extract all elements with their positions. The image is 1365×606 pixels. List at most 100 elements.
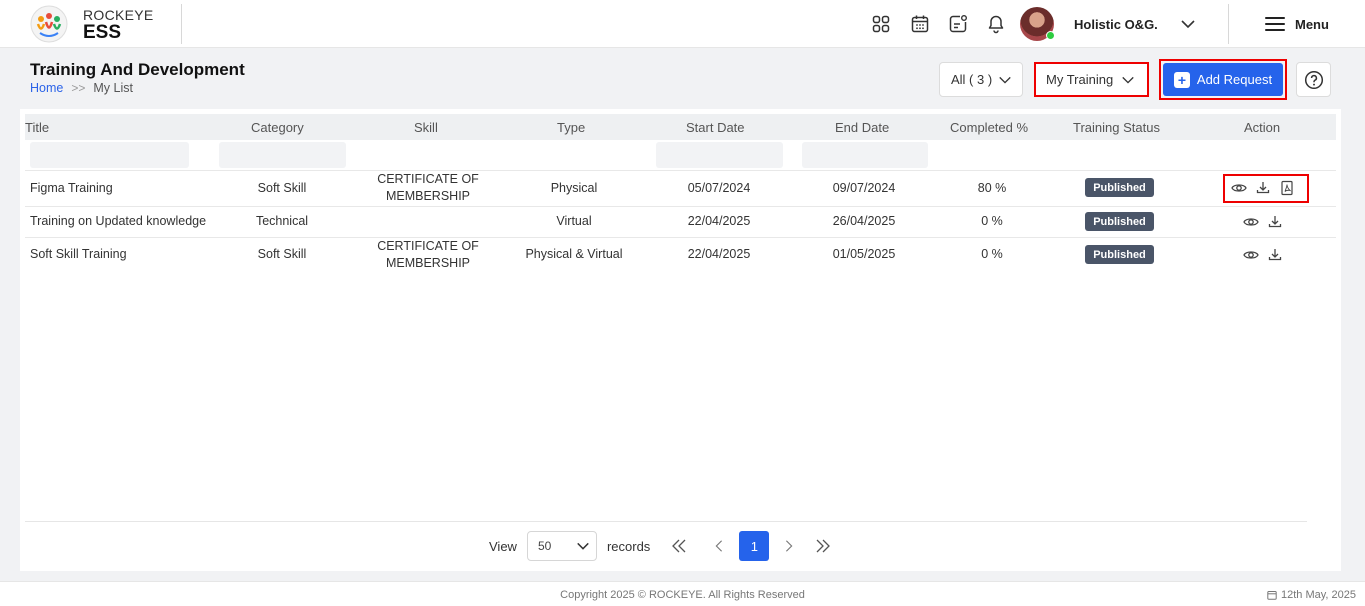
cell-completed: 0 %	[981, 247, 1003, 261]
online-status-dot	[1046, 31, 1055, 40]
chevron-left-icon	[715, 540, 723, 552]
cell-type: Physical	[550, 181, 598, 195]
page-footer: Copyright 2025 © ROCKEYE. All Rights Res…	[0, 581, 1365, 606]
first-page-button[interactable]	[664, 531, 694, 561]
chevron-down-icon	[1122, 76, 1134, 84]
all-filter-label: All ( 3 )	[951, 72, 993, 87]
breadcrumb-current: My List	[93, 81, 133, 95]
add-request-button[interactable]: + Add Request	[1163, 63, 1283, 96]
divider	[181, 4, 182, 44]
breadcrumb-separator: >>	[71, 81, 86, 95]
top-bar: ROCKEYE ESS Holistic O&G. Menu	[0, 0, 1365, 48]
cell-end-date: 26/04/2025	[832, 214, 896, 228]
chevron-down-icon	[999, 76, 1011, 84]
cell-category: Technical	[255, 214, 309, 228]
column-header-end-date[interactable]: End Date	[835, 120, 889, 135]
page-size-value: 50	[537, 539, 552, 553]
column-header-title[interactable]: Title	[25, 120, 49, 135]
cell-end-date: 01/05/2025	[832, 247, 896, 261]
cell-category: Soft Skill	[257, 247, 307, 261]
add-request-highlight: + Add Request	[1159, 59, 1287, 100]
user-avatar[interactable]	[1020, 7, 1055, 41]
cell-skill: CERTIFICATE OF	[377, 239, 479, 253]
cell-type: Virtual	[556, 214, 592, 228]
plus-icon: +	[1173, 71, 1190, 88]
records-label: records	[606, 538, 651, 554]
row-divider	[25, 237, 1336, 238]
cell-start-date: 22/04/2025	[687, 247, 751, 261]
start-date-filter-input[interactable]	[656, 142, 783, 168]
download-icon[interactable]	[1255, 180, 1271, 196]
column-header-completed[interactable]: Completed %	[950, 120, 1028, 135]
column-header-start-date[interactable]: Start Date	[686, 120, 745, 135]
apps-grid-icon[interactable]	[871, 14, 891, 34]
cell-title: Training on Updated knowledge	[30, 214, 207, 228]
cell-skill: MEMBERSHIP	[385, 256, 471, 270]
help-button[interactable]	[1296, 62, 1331, 97]
page-title: Training And Development	[30, 60, 245, 79]
brand-product: ESS	[83, 22, 122, 43]
cell-category: Soft Skill	[257, 181, 307, 195]
cell-type: Physical & Virtual	[525, 247, 623, 261]
cell-title: Soft Skill Training	[30, 247, 127, 261]
calendar-icon[interactable]	[910, 14, 930, 34]
column-header-training-status[interactable]: Training Status	[1073, 120, 1160, 135]
status-badge: Published	[1085, 245, 1154, 264]
double-chevron-left-icon	[672, 539, 686, 553]
cell-end-date: 09/07/2024	[832, 181, 896, 195]
chat-notification-icon[interactable]	[948, 14, 968, 34]
menu-label: Menu	[1295, 16, 1329, 32]
brand-name: ROCKEYE	[83, 7, 154, 23]
title-filter-input[interactable]	[30, 142, 189, 168]
menu-button[interactable]: Menu	[1265, 14, 1329, 34]
eye-icon[interactable]	[1243, 247, 1259, 263]
cell-start-date: 05/07/2024	[687, 181, 751, 195]
page-number-button[interactable]: 1	[739, 531, 770, 561]
cell-title: Figma Training	[30, 181, 113, 195]
footer-date-text: 12th May, 2025	[1280, 589, 1356, 601]
cell-start-date: 22/04/2025	[687, 214, 751, 228]
eye-icon[interactable]	[1231, 180, 1247, 196]
row-divider	[25, 206, 1336, 207]
end-date-filter-input[interactable]	[802, 142, 928, 168]
copyright-text: Copyright 2025 © ROCKEYE. All Rights Res…	[560, 589, 805, 601]
my-training-label: My Training	[1046, 72, 1114, 87]
last-page-button[interactable]	[808, 531, 838, 561]
footer-date: 12th May, 2025	[1267, 589, 1356, 601]
column-header-type[interactable]: Type	[557, 120, 585, 135]
row-divider	[25, 170, 1336, 171]
next-page-button[interactable]	[774, 531, 804, 561]
pdf-icon[interactable]	[1279, 180, 1295, 196]
add-request-label: Add Request	[1196, 72, 1273, 87]
download-icon[interactable]	[1267, 214, 1283, 230]
cell-completed: 0 %	[981, 214, 1003, 228]
breadcrumb-home[interactable]: Home	[30, 81, 63, 95]
pagination: View 50 records 1	[489, 531, 838, 561]
column-header-skill[interactable]: Skill	[414, 120, 438, 135]
my-training-dropdown[interactable]: My Training	[1034, 62, 1149, 97]
eye-icon[interactable]	[1243, 214, 1259, 230]
question-icon	[1304, 70, 1323, 89]
organization-name[interactable]: Holistic O&G.	[1074, 17, 1158, 32]
cell-skill: MEMBERSHIP	[385, 189, 471, 203]
chevron-down-icon[interactable]	[1180, 16, 1196, 32]
column-header-action: Action	[1244, 120, 1281, 135]
column-header-category[interactable]: Category	[251, 120, 304, 135]
table-footer-divider	[25, 521, 1307, 522]
cell-skill: CERTIFICATE OF	[377, 172, 479, 186]
previous-page-button[interactable]	[704, 531, 734, 561]
chevron-down-icon	[577, 542, 589, 550]
breadcrumb: Home >> My List	[30, 81, 133, 95]
table-header: Title Category Skill Type Start Date End…	[25, 114, 1336, 140]
category-filter-input[interactable]	[219, 142, 346, 168]
calendar-icon	[1267, 591, 1277, 600]
page-size-select[interactable]: 50	[526, 531, 597, 561]
bell-icon[interactable]	[986, 14, 1006, 34]
divider	[1228, 4, 1229, 44]
double-chevron-right-icon	[816, 539, 831, 553]
rockeye-logo[interactable]	[30, 5, 68, 43]
download-icon[interactable]	[1267, 247, 1283, 263]
all-filter-dropdown[interactable]: All ( 3 )	[939, 62, 1023, 97]
status-badge: Published	[1085, 178, 1154, 197]
status-badge: Published	[1085, 212, 1154, 231]
